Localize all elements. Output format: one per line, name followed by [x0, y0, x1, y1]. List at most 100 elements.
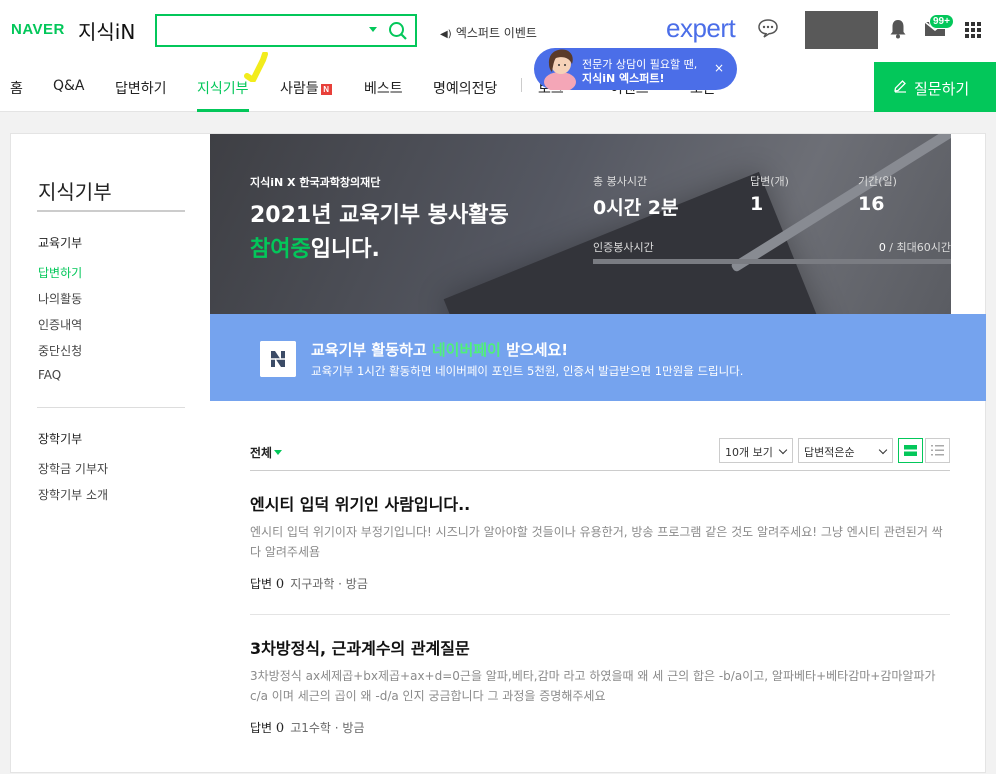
- question-divider: [250, 614, 950, 615]
- stat-period-value: 16: [858, 193, 885, 215]
- hero-banner: 지식iN X 한국과학창의재단 2021년 교육기부 봉사활동 참여중입니다. …: [210, 134, 951, 315]
- expert-event-label: 엑스퍼트 이벤트: [455, 26, 537, 40]
- pen-icon: [894, 80, 906, 93]
- ask-question-label: 질문하기: [914, 81, 970, 98]
- promo-title-highlight: 네이버페이: [431, 341, 501, 359]
- profile-avatar[interactable]: [805, 11, 878, 49]
- naverpay-promo-banner[interactable]: 교육기부 활동하고 네이버페이 받으세요! 교육기부 1시간 활동하면 네이버페…: [210, 314, 986, 401]
- hero-status: 참여중입니다.: [250, 231, 380, 263]
- sidebar-item-certification[interactable]: 인증내역: [38, 316, 82, 333]
- question-category: 고1수학 · 방금: [290, 721, 365, 735]
- sidebar-divider: [37, 210, 185, 212]
- cert-hours-label: 인증봉사시간: [593, 241, 654, 254]
- answer-label: 답변: [250, 577, 273, 591]
- answer-label: 답변: [250, 721, 273, 735]
- consultant-avatar-icon: [544, 49, 576, 90]
- nav-home[interactable]: 홈: [10, 78, 23, 98]
- hero-status-highlight: 참여중: [250, 237, 311, 262]
- main-content: 지식iN X 한국과학창의재단 2021년 교육기부 봉사활동 참여중입니다. …: [210, 134, 986, 774]
- sidebar-section-scholarship: 장학기부: [38, 432, 83, 446]
- sidebar-section-education: 교육기부: [38, 236, 83, 250]
- cert-progress-bar: [593, 259, 951, 264]
- cert-hours-current: 0: [878, 241, 886, 254]
- filter-dropdown[interactable]: 전체: [250, 444, 283, 461]
- naver-logo[interactable]: NAVER: [11, 21, 65, 38]
- sidebar-divider: [37, 407, 185, 408]
- question-meta: 답변 0 고1수학 · 방금: [250, 719, 364, 736]
- nav-best[interactable]: 베스트: [364, 78, 403, 98]
- stat-answers-value: 1: [750, 193, 764, 215]
- list-view-button[interactable]: [925, 438, 950, 463]
- toolbar-divider: [250, 470, 950, 471]
- hero-status-suffix: 입니다.: [310, 237, 380, 262]
- question-title[interactable]: 3차방정식, 근과계수의 관계질문: [250, 635, 470, 659]
- card-view-button[interactable]: [898, 438, 923, 463]
- question-meta: 답변 0 지구과학 · 방금: [250, 575, 368, 592]
- sort-select[interactable]: 답변적은순: [798, 438, 893, 463]
- expert-event-link[interactable]: ◀) 엑스퍼트 이벤트: [440, 24, 537, 41]
- sort-select-value: 답변적은순: [804, 446, 855, 459]
- new-badge: N: [320, 84, 332, 95]
- hero-title: 2021년 교육기부 봉사활동: [250, 203, 509, 228]
- card-view-icon: [904, 445, 917, 456]
- sidebar-item-scholarship-intro[interactable]: 장학기부 소개: [38, 486, 108, 503]
- promo-subtitle: 교육기부 1시간 활동하면 네이버페이 포인트 5천원, 인증서 발급받으면 1…: [311, 364, 744, 378]
- kin-logo[interactable]: 지식iN: [78, 16, 135, 45]
- question-body[interactable]: 엔시티 입덕 위기이자 부정기입니다! 시즈니가 알아야할 것들이나 유용한거,…: [250, 522, 950, 562]
- answer-count: 0: [275, 721, 285, 736]
- search-icon[interactable]: [387, 20, 409, 42]
- mail-count-badge: 99+: [929, 14, 954, 29]
- list-view-icon: [931, 445, 944, 456]
- hero-subtitle: 지식iN X 한국과학창의재단: [250, 176, 381, 189]
- nav-people-label: 사람들: [280, 81, 319, 97]
- nav-people[interactable]: 사람들 N: [280, 78, 332, 98]
- stat-period-label: 기간(일): [858, 175, 897, 188]
- content-container: 지식기부 교육기부 답변하기 나의활동 인증내역 중단신청 FAQ 장학기부 장…: [10, 133, 986, 773]
- sidebar-item-answer[interactable]: 답변하기: [38, 264, 82, 281]
- chevron-down-icon: [778, 445, 788, 455]
- promo-title: 교육기부 활동하고 네이버페이 받으세요!: [311, 339, 568, 360]
- nav-qna[interactable]: Q&A: [53, 78, 85, 94]
- sidebar: 지식기부 교육기부 답변하기 나의활동 인증내역 중단신청 FAQ 장학기부 장…: [11, 134, 210, 774]
- question-category: 지구과학 · 방금: [290, 577, 368, 591]
- search-dropdown-icon[interactable]: [369, 27, 377, 32]
- filter-caret-icon: [274, 450, 283, 455]
- count-select[interactable]: 10개 보기: [719, 438, 793, 463]
- expert-tooltip[interactable]: 전문가 상담이 필요할 땐, 지식iN 엑스퍼트! ×: [534, 48, 737, 90]
- promo-title-suffix: 받으세요!: [500, 341, 569, 359]
- sidebar-item-donors[interactable]: 장학금 기부자: [38, 460, 108, 477]
- bell-icon[interactable]: [889, 19, 907, 39]
- tooltip-line2: 지식iN 엑스퍼트!: [582, 72, 665, 85]
- stat-total-time-value: 0시간 2분: [593, 197, 679, 219]
- answer-count: 0: [275, 577, 285, 592]
- ask-question-button[interactable]: 질문하기: [874, 62, 996, 112]
- nav-knowledge-donation[interactable]: 지식기부: [197, 78, 249, 98]
- expert-logo[interactable]: expert: [666, 13, 736, 44]
- sidebar-title: 지식기부: [38, 180, 112, 204]
- list-toolbar: 전체 10개 보기 답변적은순: [250, 436, 950, 470]
- tooltip-close-icon[interactable]: ×: [714, 61, 724, 75]
- promo-title-prefix: 교육기부 활동하고: [311, 341, 432, 359]
- search-box: [155, 14, 417, 47]
- question-item[interactable]: 3차방정식, 근과계수의 관계질문 3차방정식 ax세제곱+bx제곱+ax+d=…: [250, 635, 950, 745]
- nav-answer[interactable]: 답변하기: [115, 78, 167, 98]
- stat-total-time-label: 총 봉사시간: [593, 175, 648, 188]
- cert-hours-max: / 최대60시간: [885, 241, 951, 254]
- nav-hall-of-fame[interactable]: 명예의전당: [433, 78, 497, 98]
- sidebar-item-my-activity[interactable]: 나의활동: [38, 290, 82, 307]
- cursor-highlight-mark: [244, 52, 268, 82]
- chat-icon[interactable]: [757, 18, 779, 38]
- search-input[interactable]: [163, 20, 353, 42]
- chevron-down-icon: [878, 445, 888, 455]
- cert-hours-value: 0 / 최대60시간: [810, 239, 951, 255]
- naverpay-n-icon: [260, 341, 296, 377]
- stat-answers-label: 답변(개): [750, 175, 789, 188]
- nav-divider: [521, 78, 522, 92]
- question-body[interactable]: 3차방정식 ax세제곱+bx제곱+ax+d=0근을 알파,베타,감마 라고 하였…: [250, 666, 950, 706]
- sidebar-item-cancel[interactable]: 중단신청: [38, 342, 82, 359]
- apps-grid-icon[interactable]: [965, 22, 981, 38]
- question-title[interactable]: 엔시티 입덕 위기인 사람입니다..: [250, 491, 470, 515]
- filter-label: 전체: [250, 446, 273, 460]
- question-item[interactable]: 엔시티 입덕 위기인 사람입니다.. 엔시티 입덕 위기이자 부정기입니다! 시…: [250, 491, 950, 601]
- sidebar-item-faq[interactable]: FAQ: [38, 368, 61, 382]
